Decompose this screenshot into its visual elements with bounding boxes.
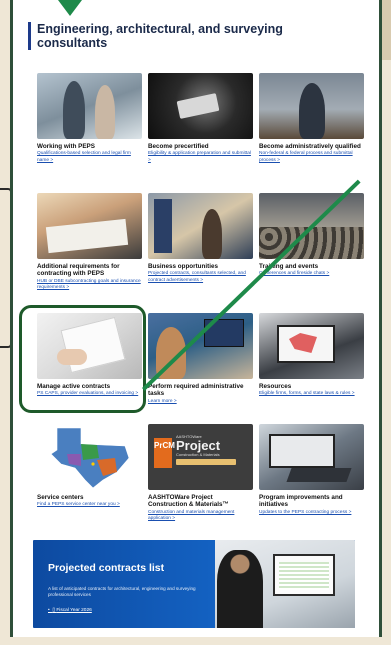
tile-image xyxy=(148,193,253,259)
banner-fiscal-year-link[interactable]: • ▯ Fiscal Year 2026 xyxy=(48,608,92,613)
tile-link[interactable]: Qualifications-based selection and legal… xyxy=(37,151,142,164)
tile-program-improvements[interactable]: Program improvements and initiatives Upd… xyxy=(259,424,364,516)
tile-link[interactable]: Updates to the PEPS contracting process … xyxy=(259,510,364,516)
banner-item-label: Fiscal Year 2026 xyxy=(56,608,92,613)
tile-link[interactable]: Conferences and fireside chats > xyxy=(259,271,364,277)
tile-title: Service centers xyxy=(37,494,84,501)
tile-link[interactable]: Projected contracts, consultants selecte… xyxy=(148,271,253,284)
tile-working-with-peps[interactable]: Working with PEPS Qualifications-based s… xyxy=(37,73,142,164)
tile-image xyxy=(37,193,142,259)
tile-link[interactable]: Eligible firms, forms, and state laws & … xyxy=(259,391,364,397)
tile-link[interactable]: Find a PEPS service center near you > xyxy=(37,502,142,508)
tile-service-centers[interactable]: Service centers Find a PEPS service cent… xyxy=(37,424,142,509)
tile-link[interactable]: Construction and materials management ap… xyxy=(148,510,253,523)
texas-map-icon xyxy=(50,427,130,489)
tile-title: AASHTOWare Project Construction & Materi… xyxy=(148,494,229,509)
tile-title: Become precertified xyxy=(148,143,209,150)
tile-title: Business opportunities xyxy=(148,263,218,270)
tile-business-opportunities[interactable]: Business opportunities Projected contrac… xyxy=(148,193,253,284)
tile-image xyxy=(148,73,253,139)
tile-perform-required-administrative-tasks[interactable]: Perform required administrative tasks Le… xyxy=(148,313,253,405)
tile-additional-requirements[interactable]: Additional requirements for contracting … xyxy=(37,193,142,292)
tile-title: Perform required administrative tasks xyxy=(148,383,244,398)
highlight-outline xyxy=(19,305,146,413)
tile-image xyxy=(37,73,142,139)
tile-title: Additional requirements for contracting … xyxy=(37,263,120,278)
tile-image xyxy=(259,424,364,490)
banner-image xyxy=(215,540,355,628)
tile-resources[interactable]: Resources Eligible firms, forms, and sta… xyxy=(259,313,364,398)
pcm-name: Project xyxy=(176,438,221,453)
banner-title: Projected contracts list xyxy=(48,562,165,574)
pcm-band xyxy=(176,459,236,465)
tile-become-precertified[interactable]: Become precertified Eligibility & applic… xyxy=(148,73,253,164)
pcm-logo-mark: PrCM xyxy=(154,438,175,468)
tile-link[interactable]: HUB or DBE subcontracting goals and insu… xyxy=(37,279,142,292)
pcm-sub: Construction & Materials xyxy=(176,452,220,457)
tile-title: Program improvements and initiatives xyxy=(259,494,343,509)
pointer-arrow-icon xyxy=(58,0,82,16)
tile-title: Resources xyxy=(259,383,292,390)
tile-image xyxy=(259,313,364,379)
tile-link[interactable]: Eligibility & application preparation an… xyxy=(148,151,253,164)
page-title: Engineering, architectural, and surveyin… xyxy=(28,22,328,50)
tile-title: Working with PEPS xyxy=(37,143,95,150)
tile-image xyxy=(259,73,364,139)
person-image xyxy=(217,550,263,628)
aashtoware-logo: PrCM AASHTOWare Project Construction & M… xyxy=(148,424,253,490)
projected-contracts-banner[interactable]: Projected contracts list A list of antic… xyxy=(33,540,355,628)
tile-link[interactable]: Non-federal & federal process and submit… xyxy=(259,151,364,164)
tile-aashtoware[interactable]: PrCM AASHTOWare Project Construction & M… xyxy=(148,424,253,523)
tile-image xyxy=(37,424,142,490)
tile-title: Become administratively qualified xyxy=(259,143,361,150)
tile-become-administratively-qualified[interactable]: Become administratively qualified Non-fe… xyxy=(259,73,364,164)
banner-description: A list of anticipated contracts for arch… xyxy=(48,586,196,598)
tile-link[interactable]: Learn more > xyxy=(148,399,253,405)
monitor-icon xyxy=(273,554,335,596)
